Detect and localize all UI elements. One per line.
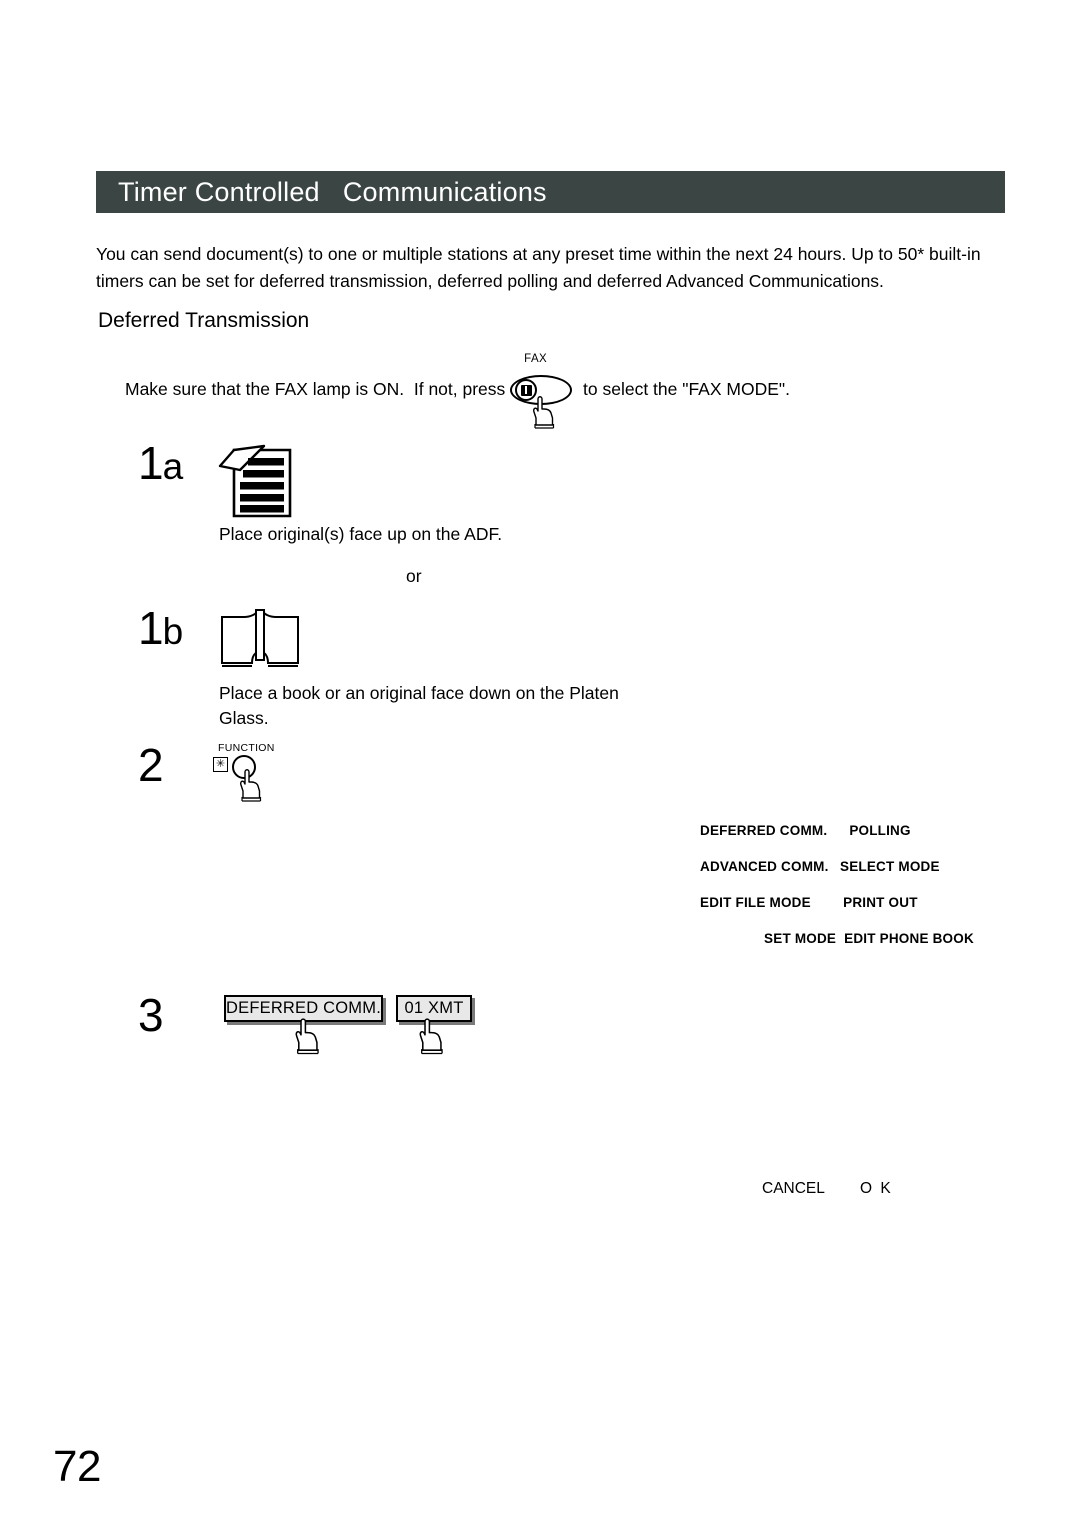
pressing-hand-icon — [533, 396, 555, 429]
menu-row: ADVANCED COMM. SELECT MODE — [700, 848, 990, 884]
function-key-label: FUNCTION — [218, 742, 275, 754]
step-1b-number-letter: b — [162, 611, 184, 652]
page-number: 72 — [53, 1442, 101, 1491]
fax-mode-instruction: Make sure that the FAX lamp is ON. If no… — [125, 353, 790, 429]
fax-instruction-after: to select the "FAX MODE". — [578, 379, 790, 399]
step-3-number: 3 — [138, 989, 164, 1041]
step-1a-number-letter: a — [162, 446, 184, 487]
section-header-bar: Timer Controlled Communications — [96, 171, 1005, 213]
menu-item-deferred-comm[interactable]: DEFERRED COMM. — [700, 823, 831, 838]
menu-item-edit-phone-book[interactable]: EDIT PHONE BOOK — [844, 931, 990, 946]
menu-row: EDIT FILE MODE PRINT OUT — [700, 884, 990, 920]
step-1b-caption: Place a book or an original face down on… — [219, 683, 619, 728]
fax-instruction-before: Make sure that the FAX lamp is ON. If no… — [125, 379, 511, 399]
function-key-illustration: FUNCTION ✳ — [213, 742, 283, 802]
softkey-row: CANCEL O K — [762, 1180, 962, 1198]
pressing-hand-icon — [419, 1018, 443, 1055]
or-separator-text: or — [406, 566, 422, 586]
cancel-button[interactable]: CANCEL — [762, 1180, 860, 1198]
menu-item-set-mode[interactable]: SET MODE — [700, 931, 844, 946]
step-1b-number-digit: 1 — [138, 602, 164, 654]
step-2-number: 2 — [138, 739, 164, 791]
pressing-hand-icon — [295, 1018, 319, 1055]
step-1a-number: 1a — [138, 437, 184, 489]
ok-button[interactable]: O K — [860, 1180, 893, 1198]
document-stack-icon — [218, 444, 292, 518]
menu-row: SET MODE EDIT PHONE BOOK — [700, 920, 990, 956]
menu-item-print-out[interactable]: PRINT OUT — [837, 895, 990, 910]
step-1b-number: 1b — [138, 602, 184, 654]
page-title: Timer Controlled Communications — [118, 176, 547, 207]
document-page: Timer Controlled Communications You can … — [0, 0, 1080, 1528]
pressing-hand-icon — [240, 769, 262, 802]
menu-row: DEFERRED COMM. POLLING — [700, 812, 990, 848]
lcd-menu-panel: DEFERRED COMM. POLLING ADVANCED COMM. SE… — [700, 812, 990, 956]
open-book-icon — [221, 609, 299, 667]
step-1a-caption: Place original(s) face up on the ADF. — [219, 524, 503, 544]
menu-item-select-mode[interactable]: SELECT MODE — [840, 859, 990, 874]
menu-item-advanced-comm[interactable]: ADVANCED COMM. — [700, 859, 840, 874]
menu-item-edit-file-mode[interactable]: EDIT FILE MODE — [700, 895, 837, 910]
subsection-heading: Deferred Transmission — [98, 309, 310, 332]
fax-key-label: FAX — [524, 353, 548, 365]
menu-item-polling[interactable]: POLLING — [831, 823, 990, 838]
intro-paragraph: You can send document(s) to one or multi… — [96, 244, 981, 291]
step-1a-number-digit: 1 — [138, 437, 164, 489]
fax-key-illustration: FAX — [510, 353, 578, 429]
asterisk-key-icon: ✳ — [213, 757, 228, 772]
